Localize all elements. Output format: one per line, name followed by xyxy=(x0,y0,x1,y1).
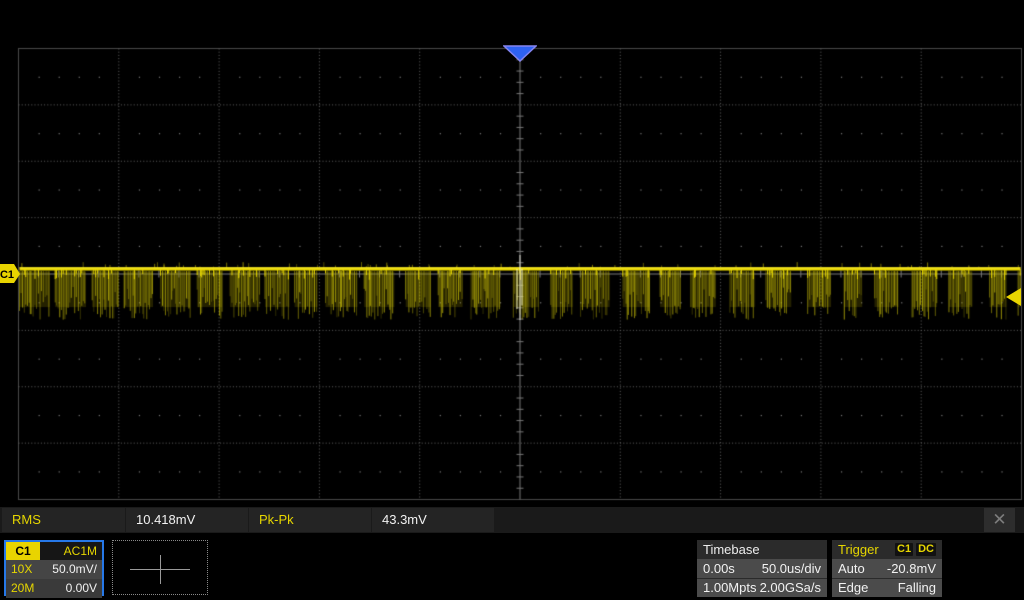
measurement-label-pkpk[interactable]: Pk-Pk xyxy=(249,508,371,532)
probe-attenuation: 10X xyxy=(11,562,33,576)
vertical-offset: 0.00V xyxy=(65,581,97,595)
channel-offset-marker-c1[interactable]: C1 xyxy=(0,264,21,284)
trigger-row-2: Edge Falling xyxy=(832,578,942,597)
timebase-delay: 0.00s xyxy=(703,561,735,576)
timebase-row-2: 1.00Mpts 2.00GSa/s xyxy=(697,578,827,597)
trigger-position-marker[interactable] xyxy=(503,45,537,63)
timebase-memory: 1.00Mpts xyxy=(703,580,757,595)
trigger-position-triangle-icon xyxy=(503,45,537,63)
timebase-panel[interactable]: Timebase 0.00s 50.0us/div 1.00Mpts 2.00G… xyxy=(697,540,827,597)
channel-header-row: C1 AC1M xyxy=(6,542,102,560)
timebase-scale: 50.0us/div xyxy=(761,561,821,576)
trigger-mode: Auto xyxy=(838,561,865,576)
measurement-value-rms: 10.418mV xyxy=(126,508,248,532)
trigger-header: Trigger C1 DC xyxy=(832,540,942,559)
measurement-value-pkpk: 43.3mV xyxy=(372,508,494,532)
channel-panel-c1[interactable]: C1 AC1M 10X 50.0mV/ 20M 0.00V xyxy=(4,540,104,598)
timebase-title: Timebase xyxy=(703,542,760,557)
trigger-source-badge: C1 xyxy=(895,543,914,556)
trigger-level-marker[interactable] xyxy=(1006,288,1022,307)
add-channel-placeholder[interactable] xyxy=(112,540,208,595)
trigger-row-1: Auto -20.8mV xyxy=(832,559,942,578)
close-icon: ✕ xyxy=(992,510,1007,529)
channel-offset-row: 20M 0.00V xyxy=(6,579,102,598)
oscilloscope-screen: C1 RMS 10.418mV Pk-Pk 43.3mV ✕ C1 AC1M 1… xyxy=(0,0,1024,600)
timebase-row-1: 0.00s 50.0us/div xyxy=(697,559,827,578)
trigger-slope: Falling xyxy=(897,580,936,595)
channel-scale-row: 10X 50.0mV/ xyxy=(6,560,102,579)
trigger-coupling-badge: DC xyxy=(916,543,936,556)
add-channel-icon xyxy=(160,555,161,584)
measurements-close-button[interactable]: ✕ xyxy=(984,508,1015,532)
trigger-title: Trigger xyxy=(838,542,879,557)
measurement-label-rms[interactable]: RMS xyxy=(2,508,125,532)
trigger-type: Edge xyxy=(838,580,869,595)
bandwidth-limit: 20M xyxy=(11,581,35,595)
timebase-header: Timebase xyxy=(697,540,827,559)
vertical-scale: 50.0mV/ xyxy=(52,562,97,576)
channel-marker-label: C1 xyxy=(0,269,14,281)
timebase-sample-rate: 2.00GSa/s xyxy=(759,580,821,595)
channel-badge: C1 xyxy=(6,542,40,560)
channel-coupling: AC1M xyxy=(63,544,97,558)
measurement-bar: RMS 10.418mV Pk-Pk 43.3mV ✕ xyxy=(0,507,1024,533)
trigger-level-triangle-icon xyxy=(1006,288,1021,306)
trigger-level: -20.8mV xyxy=(886,561,936,576)
trigger-panel[interactable]: Trigger C1 DC Auto -20.8mV Edge Falling xyxy=(832,540,942,597)
